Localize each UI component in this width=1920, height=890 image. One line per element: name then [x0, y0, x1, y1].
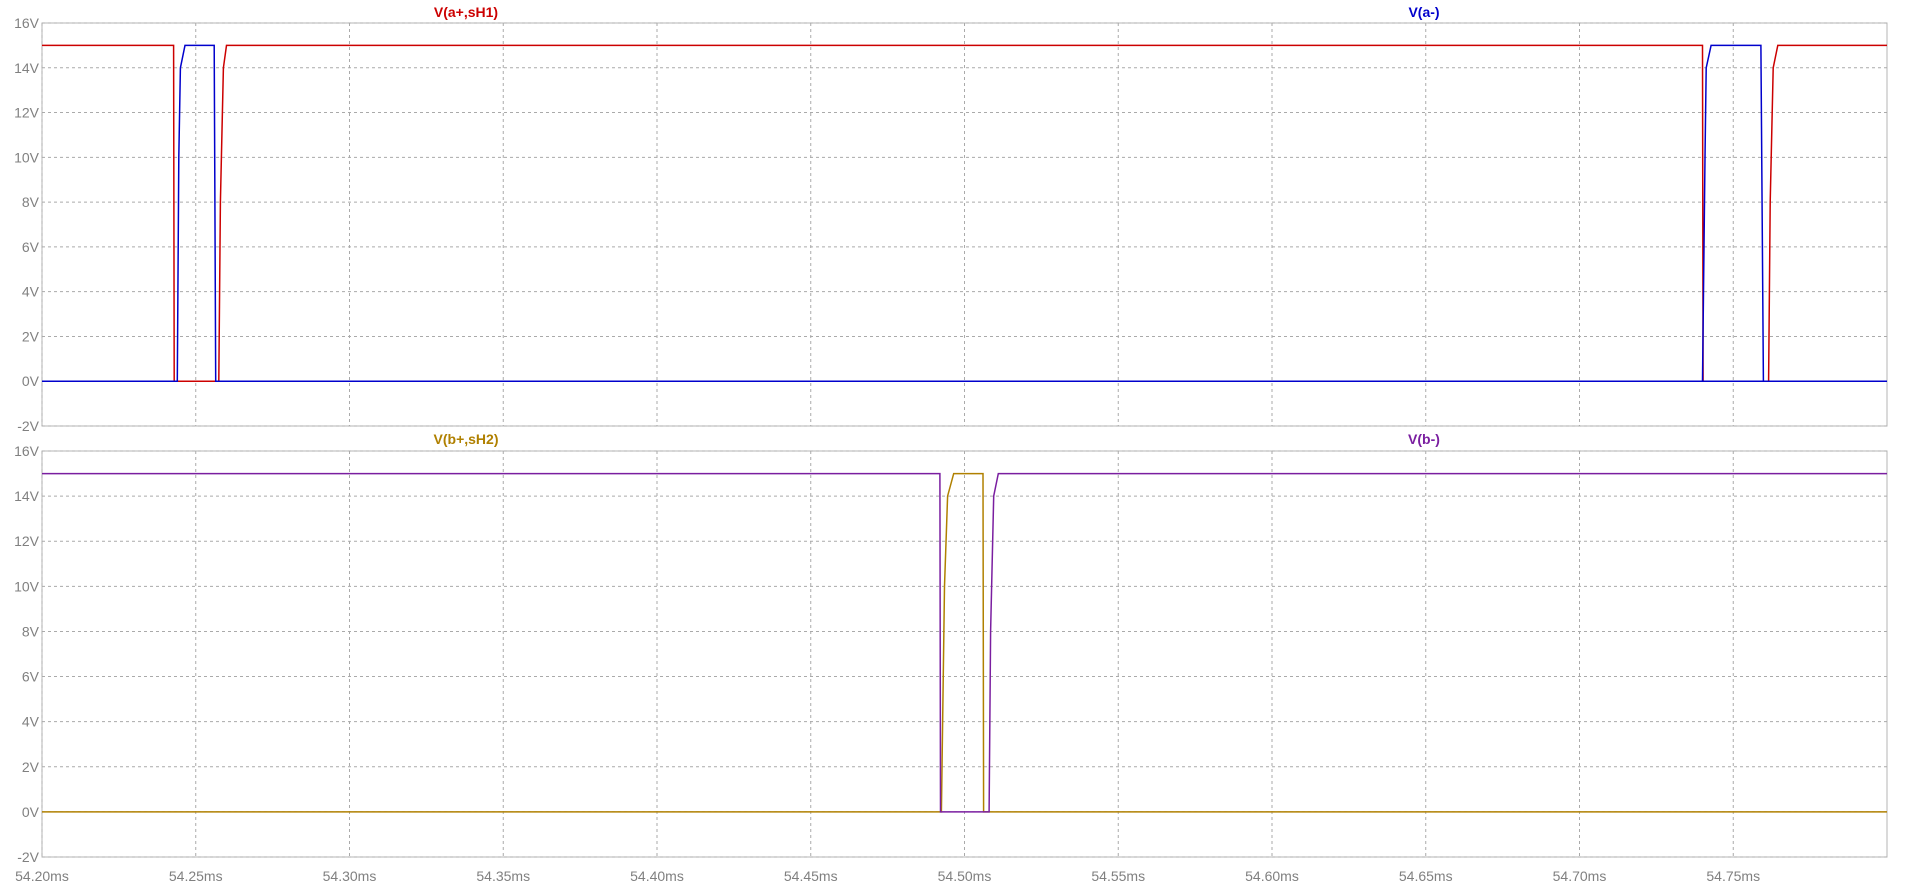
- x-tick-label: 54.55ms: [1091, 868, 1145, 884]
- y-tick-label: 10V: [14, 149, 40, 165]
- y-tick-label: 0V: [22, 804, 40, 820]
- y-tick-label: 14V: [14, 488, 40, 504]
- y-tick-label: 12V: [14, 533, 40, 549]
- x-tick-label: 54.35ms: [476, 868, 530, 884]
- x-tick-label: 54.45ms: [784, 868, 838, 884]
- trace-label: V(b+,sH2): [434, 431, 499, 447]
- y-tick-label: 12V: [14, 105, 40, 121]
- y-tick-label: 0V: [22, 373, 40, 389]
- trace-label: V(a+,sH1): [434, 4, 498, 20]
- trace-label: V(b-): [1408, 431, 1440, 447]
- x-tick-label: 54.20ms: [15, 868, 69, 884]
- y-tick-label: 2V: [22, 328, 40, 344]
- y-tick-label: 4V: [22, 284, 40, 300]
- y-tick-label: -2V: [17, 849, 39, 865]
- y-tick-label: 6V: [22, 239, 40, 255]
- y-tick-label: 2V: [22, 759, 40, 775]
- y-tick-label: 14V: [14, 60, 40, 76]
- x-tick-label: 54.60ms: [1245, 868, 1299, 884]
- x-tick-label: 54.30ms: [323, 868, 377, 884]
- y-tick-label: 6V: [22, 669, 40, 685]
- x-tick-label: 54.70ms: [1553, 868, 1607, 884]
- y-tick-label: 4V: [22, 714, 40, 730]
- x-axis: 54.20ms 54.25ms 54.30ms 54.35ms 54.40ms 54.45…: [15, 868, 1760, 884]
- trace-label: V(a-): [1408, 4, 1439, 20]
- y-tick-label: 8V: [22, 194, 40, 210]
- top-plot-pane: 16V 14V 12V 10V 8V 6V 4V 2V 0V -2V V(a+,sH1) V(a-): [14, 4, 1888, 434]
- y-tick-label: 10V: [14, 578, 40, 594]
- y-tick-label: -2V: [17, 418, 39, 434]
- x-tick-label: 54.75ms: [1706, 868, 1760, 884]
- y-tick-label: 8V: [22, 623, 40, 639]
- bottom-plot-pane: 16V 14V 12V 10V 8V 6V 4V 2V 0V -2V V(b+,sH2) V(b-): [14, 431, 1888, 865]
- x-tick-label: 54.65ms: [1399, 868, 1453, 884]
- y-tick-label: 16V: [14, 15, 40, 31]
- x-tick-label: 54.25ms: [169, 868, 223, 884]
- x-tick-label: 54.40ms: [630, 868, 684, 884]
- waveform-viewer: 16V14V12V10V8V6V4V2V0V-2VV(a+,sH1) V(a-) …: [14, 4, 1888, 884]
- y-tick-label: 16V: [14, 443, 40, 459]
- x-tick-label: 54.50ms: [938, 868, 992, 884]
